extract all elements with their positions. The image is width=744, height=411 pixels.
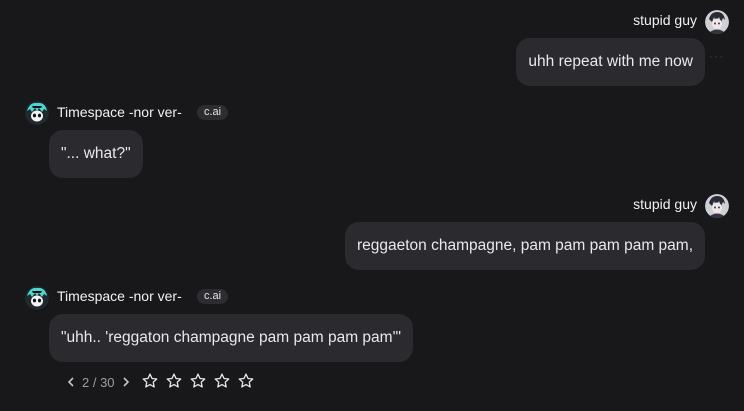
message-bubble-bot: "... what?" <box>49 130 143 178</box>
bot-avatar-image <box>25 286 49 310</box>
message-bubble-bot: "uhh.. 'reggaton champagne pam pam pam p… <box>49 314 414 362</box>
message-bubble-user: uhh repeat with me now <box>516 38 705 86</box>
bot-avatar[interactable] <box>25 101 49 125</box>
bot-name: Timespace -nor ver- <box>57 104 182 120</box>
star-outline-icon[interactable] <box>213 372 231 390</box>
message-bubble-user: reggaeton champagne, pam pam pam pam pam… <box>344 222 705 270</box>
bot-name: Timespace -nor ver- <box>57 288 182 304</box>
star-outline-icon[interactable] <box>189 372 207 390</box>
user-avatar-image <box>705 194 729 218</box>
star-outline-icon[interactable] <box>141 372 159 390</box>
star-outline-icon[interactable] <box>165 372 183 390</box>
bot-avatar[interactable] <box>25 286 49 310</box>
user-name: stupid guy <box>633 196 697 212</box>
user-avatar[interactable] <box>705 194 729 218</box>
user-avatar[interactable] <box>705 10 729 34</box>
message-options-icon[interactable]: ··· <box>709 49 724 63</box>
bot-badge: c.ai <box>197 105 229 120</box>
bot-avatar-image <box>25 101 49 125</box>
chat-view: stupid guy uhh repeat with me now ··· Ti… <box>0 0 744 411</box>
chevron-left-icon[interactable] <box>64 372 78 392</box>
swipe-pager: 2 / 30 <box>64 372 133 392</box>
bot-badge: c.ai <box>197 289 229 304</box>
user-avatar-image <box>705 10 729 34</box>
star-outline-icon[interactable] <box>237 372 255 390</box>
swipe-counter: 2 / 30 <box>82 374 115 390</box>
star-rating <box>141 372 255 390</box>
chevron-right-icon[interactable] <box>119 372 133 392</box>
user-name: stupid guy <box>633 12 697 28</box>
